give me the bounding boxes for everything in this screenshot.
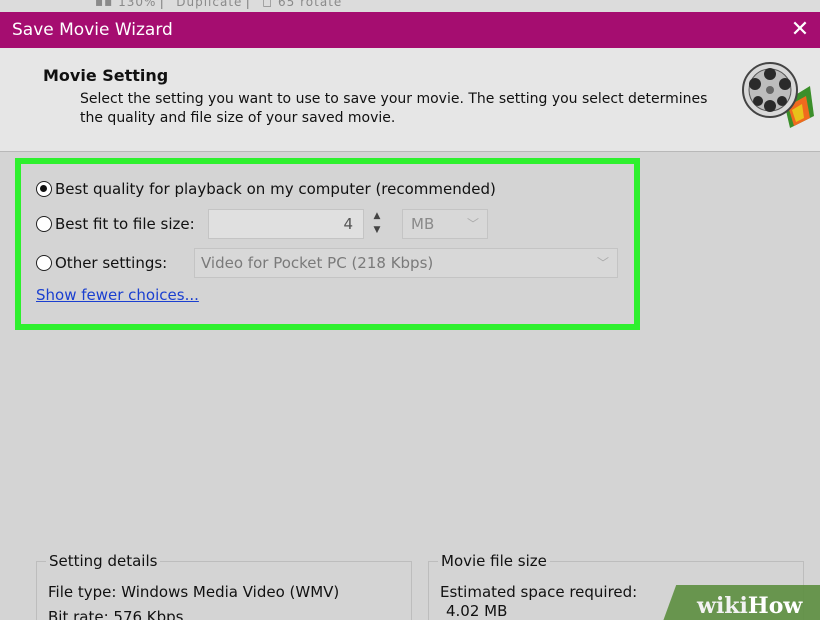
window-title: Save Movie Wizard (12, 20, 173, 40)
film-reel-icon (742, 62, 814, 128)
radio-best-fit[interactable] (36, 216, 52, 232)
show-fewer-choices-link[interactable]: Show fewer choices... (36, 286, 199, 304)
file-type-text: File type: Windows Media Video (WMV) (48, 583, 340, 601)
unit-select[interactable]: MB ﹀ (402, 209, 488, 239)
file-size-input[interactable]: 4 (208, 209, 364, 239)
page-description: Select the setting you want to use to sa… (80, 91, 708, 126)
option-best-fit-label: Best fit to file size: (55, 215, 195, 233)
close-icon[interactable]: ✕ (788, 17, 812, 43)
spin-up-icon[interactable]: ▲ (366, 209, 388, 223)
unit-value: MB (411, 215, 435, 233)
other-settings-value: Video for Pocket PC (218 Kbps) (201, 254, 434, 272)
other-settings-select[interactable]: Video for Pocket PC (218 Kbps) ﹀ (194, 248, 618, 278)
estimated-space-label: Estimated space required: (440, 583, 638, 601)
bit-rate-text: Bit rate: 576 Kbps (48, 608, 184, 620)
spin-down-icon[interactable]: ▼ (366, 223, 388, 237)
chevron-down-icon: ﹀ (596, 256, 609, 270)
radio-other-settings[interactable] (36, 255, 52, 271)
title-bar: Save Movie Wizard ✕ (0, 12, 820, 48)
watermark-how: How (747, 593, 803, 619)
file-size-spinner[interactable]: ▲ ▼ (366, 209, 388, 239)
option-best-quality[interactable]: Best quality for playback on my computer… (36, 177, 496, 201)
setting-details-title: Setting details (46, 552, 161, 570)
background-strip-text: ▪▪ 130% ▏ Duplicate ▏ ◻ 65 rotate (95, 0, 343, 9)
estimated-space-value: 4.02 MB (446, 602, 508, 620)
option-best-quality-label: Best quality for playback on my computer… (55, 180, 496, 198)
movie-file-size-title: Movie file size (438, 552, 550, 570)
wikihow-watermark: wikiHow (697, 593, 802, 619)
radio-best-quality[interactable] (36, 181, 52, 197)
option-other-settings[interactable]: Other settings: (36, 251, 167, 275)
page-title: Movie Setting (43, 66, 169, 85)
chevron-down-icon: ﹀ (466, 217, 479, 231)
wizard-header: Movie Setting Select the setting you wan… (0, 48, 820, 152)
option-best-fit[interactable]: Best fit to file size: (36, 212, 195, 236)
option-other-label: Other settings: (55, 254, 168, 272)
background-app-strip: ▪▪ 130% ▏ Duplicate ▏ ◻ 65 rotate (0, 0, 820, 12)
watermark-wiki: wiki (697, 593, 748, 619)
